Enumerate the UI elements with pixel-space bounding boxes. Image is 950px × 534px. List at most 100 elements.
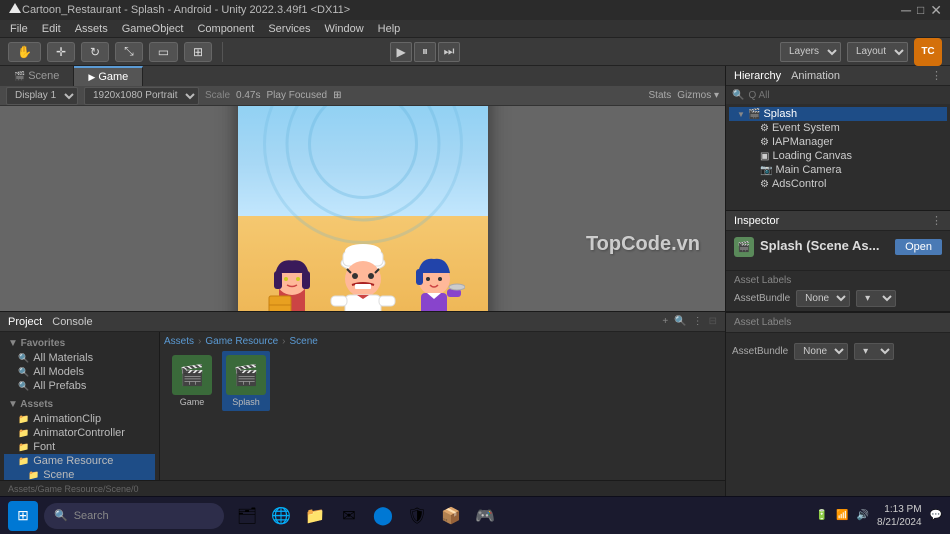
bottom-variant-dropdown[interactable]: ▾: [854, 343, 894, 360]
hierarchy-tab[interactable]: Hierarchy: [734, 70, 781, 82]
rotate-tool[interactable]: ↻: [81, 42, 109, 62]
close-btn[interactable]: ✕: [930, 2, 942, 19]
proj-font[interactable]: 📁 Font: [4, 440, 155, 454]
taskbar-app-files[interactable]: 🗂: [232, 501, 262, 531]
menu-bar: File Edit Assets GameObject Component Se…: [0, 20, 950, 38]
project-footer-path: Assets/Game Resource/Scene/0: [8, 484, 139, 494]
hierarchy-item-eventsystem[interactable]: ⚙ Event System: [729, 121, 947, 135]
asset-labels-area: AssetBundle None ▾: [726, 333, 950, 366]
inspector-menu[interactable]: ⋮: [931, 214, 942, 227]
layers-dropdown[interactable]: Layers: [780, 42, 841, 62]
hierarchy-item-loadingcanvas[interactable]: ▣ Loading Canvas: [729, 149, 947, 163]
menu-component[interactable]: Component: [191, 23, 260, 35]
asset-labels-section: Asset Labels AssetBundle None ▾: [726, 270, 950, 311]
taskbar-app-game[interactable]: 🎮: [470, 501, 500, 531]
project-menu[interactable]: ⋮: [693, 316, 703, 327]
proj-file-splash[interactable]: 🎬 Splash: [222, 351, 270, 411]
taskbar-apps: 🗂 🌐 📁 ✉ ⬤ 🛡 📦 🎮: [232, 501, 500, 531]
hierarchy-item-iapmanager[interactable]: ⚙ IAPManager: [729, 135, 947, 149]
game-tab[interactable]: ▶ Game: [74, 66, 143, 86]
stats-btn[interactable]: Stats: [649, 90, 672, 101]
move-tool[interactable]: ✛: [47, 42, 75, 62]
inspector-tab[interactable]: Inspector: [734, 215, 779, 227]
folder-icon3: 📁: [18, 442, 29, 453]
project-tab[interactable]: Project: [8, 316, 42, 328]
title-bar: Cartoon_Restaurant - Splash - Android - …: [0, 0, 950, 20]
maximize-btn[interactable]: □: [917, 3, 924, 17]
breadcrumb-scene[interactable]: Scene: [290, 336, 318, 347]
gizmos-btn[interactable]: Gizmos ▾: [677, 90, 719, 101]
minimize-btn[interactable]: ─: [901, 3, 911, 17]
system-volume-icon: 🔊: [857, 510, 869, 521]
proj-animatorcontroller[interactable]: 📁 AnimatorController: [4, 426, 155, 440]
start-button[interactable]: ⊞: [8, 501, 38, 531]
taskbar-app-mail[interactable]: ✉: [334, 501, 364, 531]
layout-dropdown[interactable]: Layout: [847, 42, 908, 62]
topcode-logo[interactable]: TC: [914, 38, 942, 66]
game-viewport: IDLE RESTAURANT: [0, 106, 725, 311]
menu-window[interactable]: Window: [319, 23, 370, 35]
pause-button[interactable]: ⏸: [414, 42, 436, 62]
character-center: [327, 241, 399, 312]
taskbar-search[interactable]: 🔍 Search: [44, 503, 224, 529]
play-focused[interactable]: Play Focused: [266, 90, 327, 101]
proj-gameresource[interactable]: 📁 Game Resource: [4, 454, 155, 468]
taskbar-app-browser[interactable]: 🌐: [266, 501, 296, 531]
hierarchy-search-input[interactable]: [748, 90, 944, 101]
scale-value: 0.47s: [236, 90, 260, 101]
hierarchy-item-maincamera[interactable]: 📷 Main Camera: [729, 163, 947, 177]
game-characters: [253, 241, 473, 312]
display-dropdown[interactable]: Display 1: [6, 87, 78, 105]
menu-edit[interactable]: Edit: [36, 23, 67, 35]
bottom-right-panel: Asset Labels AssetBundle None ▾: [725, 312, 950, 496]
proj-animationclip[interactable]: 📁 AnimationClip: [4, 412, 155, 426]
asset-bundle-variant-dropdown[interactable]: ▾: [856, 290, 896, 307]
search-icon-sm2: 🔍: [18, 367, 29, 378]
hierarchy-menu[interactable]: ⋮: [931, 69, 942, 82]
asset-bundle-dropdown[interactable]: None: [796, 290, 850, 307]
breadcrumb-assets[interactable]: Assets: [164, 336, 194, 347]
hierarchy-item-adscontrol[interactable]: ⚙ AdsControl: [729, 177, 947, 191]
taskbar-app-shield[interactable]: 🛡: [402, 501, 432, 531]
menu-services[interactable]: Services: [262, 23, 316, 35]
hierarchy-item-splash[interactable]: ▼ 🎬 Splash: [729, 107, 947, 121]
hand-tool[interactable]: ✋: [8, 42, 41, 62]
project-files-grid: 🎬 Game 🎬 Splash: [164, 347, 721, 415]
menu-help[interactable]: Help: [372, 23, 407, 35]
transform-tool[interactable]: ⊞: [184, 42, 212, 62]
taskbar-clock[interactable]: 1:13 PM 8/21/2024: [877, 503, 922, 529]
scale-tool[interactable]: ⤡: [115, 42, 143, 62]
proj-all-models[interactable]: 🔍 All Models: [4, 365, 155, 379]
taskbar-app-package[interactable]: 📦: [436, 501, 466, 531]
character-right: [403, 251, 465, 312]
console-tab[interactable]: Console: [52, 316, 92, 328]
project-collapse[interactable]: ⊟: [709, 316, 717, 327]
scene-tab[interactable]: 🎬 Scene: [0, 66, 74, 86]
menu-file[interactable]: File: [4, 23, 34, 35]
taskbar-app-explorer[interactable]: 📁: [300, 501, 330, 531]
project-panel: Project Console + 🔍 ⋮ ⊟ ▼ Favorites 🔍 Al…: [0, 312, 725, 496]
proj-file-game[interactable]: 🎬 Game: [168, 351, 216, 411]
menu-assets[interactable]: Assets: [69, 23, 114, 35]
proj-scene[interactable]: 📁 Scene: [4, 468, 155, 480]
asset-bundle-label: AssetBundle: [734, 293, 790, 304]
play-button[interactable]: ▶: [390, 42, 412, 62]
bottom-asset-bundle-dropdown[interactable]: None: [794, 343, 848, 360]
maximize-view[interactable]: ⊞: [333, 90, 341, 101]
step-button[interactable]: ⏭: [438, 42, 460, 62]
animation-tab[interactable]: Animation: [791, 70, 840, 82]
taskbar-app-circle[interactable]: ⬤: [368, 501, 398, 531]
notification-icon[interactable]: 💬: [930, 510, 942, 521]
rect-tool[interactable]: ▭: [149, 42, 178, 62]
menu-gameobject[interactable]: GameObject: [116, 23, 190, 35]
proj-all-prefabs[interactable]: 🔍 All Prefabs: [4, 379, 155, 393]
proj-all-materials[interactable]: 🔍 All Materials: [4, 351, 155, 365]
search-icon[interactable]: 🔍: [674, 316, 686, 327]
create-btn[interactable]: +: [662, 316, 668, 327]
breadcrumb-gameresource[interactable]: Game Resource: [205, 336, 278, 347]
open-button[interactable]: Open: [895, 239, 942, 255]
resolution-dropdown[interactable]: 1920x1080 Portrait: [84, 87, 199, 105]
inspector-panel: Inspector ⋮ 🎬 Splash (Scene As... Open A…: [726, 211, 950, 311]
breadcrumb: Assets › Game Resource › Scene: [164, 336, 721, 347]
taskbar-time-value: 1:13 PM: [877, 503, 922, 516]
